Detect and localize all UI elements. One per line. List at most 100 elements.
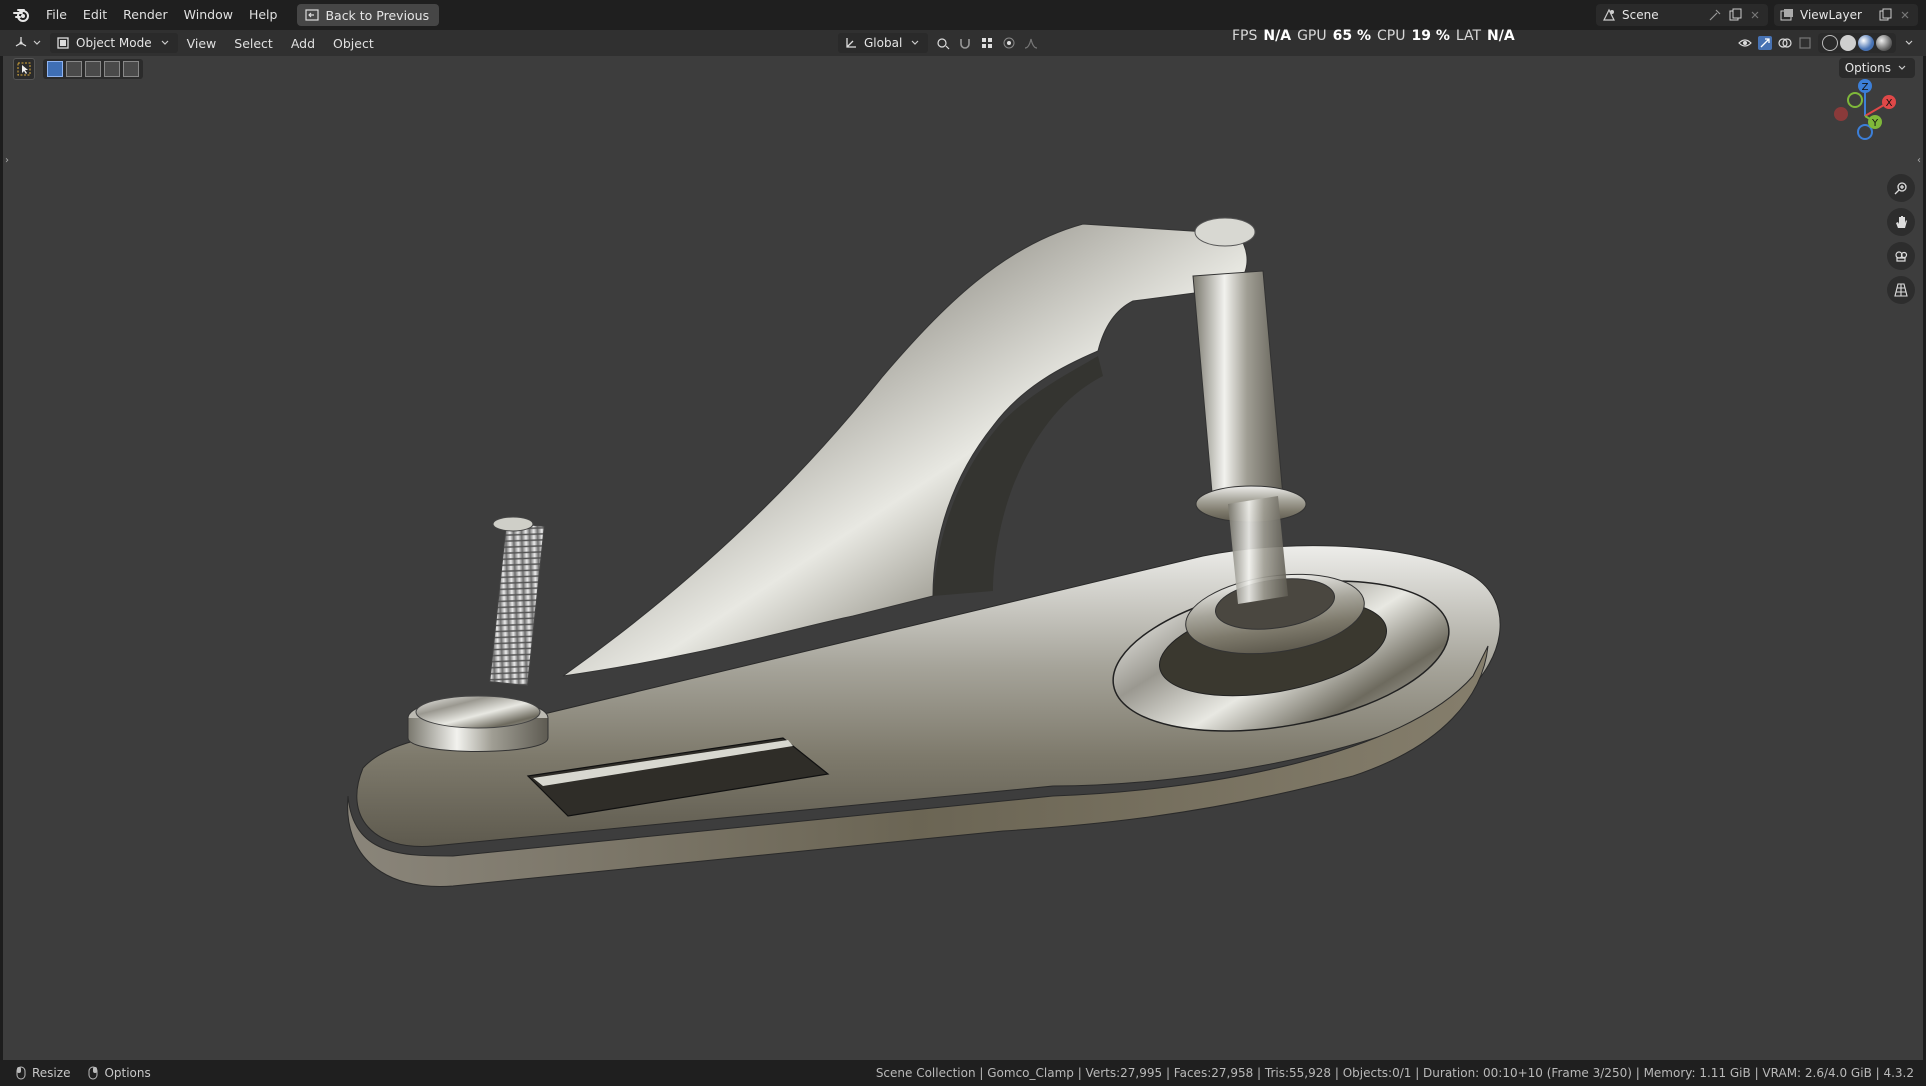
select-intersect-icon[interactable] <box>123 61 139 77</box>
back-screen-icon <box>305 9 320 21</box>
delete-scene-icon[interactable] <box>1748 8 1762 22</box>
falloff-curve-icon[interactable] <box>1024 36 1038 50</box>
resize-hint: Resize <box>14 1066 70 1080</box>
solid-shading-icon[interactable] <box>1840 35 1856 51</box>
navigation-gizmo[interactable]: Z X Y <box>1825 76 1905 156</box>
scene-name-field[interactable]: Scene <box>1622 8 1702 22</box>
view-layer-icon <box>1780 9 1793 21</box>
menu-object[interactable]: Object <box>324 36 383 51</box>
viewport-header: Object Mode View Select Add Object Globa… <box>0 30 1926 56</box>
3d-viewport[interactable]: Options › ‹ Z X Y <box>3 56 1923 1060</box>
new-scene-icon[interactable] <box>1728 8 1742 22</box>
chevron-down-icon[interactable] <box>1902 36 1916 50</box>
menu-edit[interactable]: Edit <box>75 4 115 26</box>
cpu-label: CPU <box>1377 28 1406 44</box>
select-new-icon[interactable] <box>47 61 63 77</box>
scene-selector[interactable]: Scene <box>1596 4 1768 26</box>
blender-logo-icon[interactable] <box>12 5 32 25</box>
cpu-value: 19 % <box>1411 28 1450 44</box>
z-axis-label: Z <box>1862 82 1869 93</box>
navigation-tools <box>1887 174 1915 304</box>
cursor-arrow-icon <box>17 62 31 76</box>
view-layer-name-field[interactable]: ViewLayer <box>1800 8 1872 22</box>
top-menu-bar: File Edit Render Window Help Back to Pre… <box>0 0 1926 30</box>
pivot-point-icon[interactable] <box>936 36 950 50</box>
mouse-left-icon <box>16 1066 26 1080</box>
menu-render[interactable]: Render <box>115 4 176 26</box>
status-bar: Resize Options Scene Collection | Gomco_… <box>0 1060 1926 1086</box>
sidebar-expand-arrow-icon[interactable]: ‹ <box>1917 155 1921 166</box>
view-layer-selector[interactable]: ViewLayer <box>1774 4 1918 26</box>
menu-help[interactable]: Help <box>241 4 286 26</box>
mouse-right-icon <box>88 1066 98 1080</box>
material-preview-icon[interactable] <box>1858 35 1874 51</box>
transform-orientation-dropdown[interactable]: Global <box>838 33 929 53</box>
transform-controls: Global <box>838 33 1038 53</box>
snap-increment-icon[interactable] <box>980 36 994 50</box>
orientation-axes-icon <box>846 38 856 48</box>
menu-window[interactable]: Window <box>176 4 241 26</box>
lat-value: N/A <box>1487 28 1515 44</box>
gpu-value: 65 % <box>1332 28 1371 44</box>
scene-statistics: Scene Collection | Gomco_Clamp | Verts:2… <box>875 1066 1914 1080</box>
overlays-icon[interactable] <box>1778 36 1792 50</box>
chevron-down-icon <box>1898 65 1906 70</box>
editor-type-selector[interactable] <box>14 33 44 53</box>
neg-x-axis-icon[interactable] <box>1834 107 1848 121</box>
object-mode-icon <box>57 37 69 49</box>
performance-stats: FPS N/A GPU 65 % CPU 19 % LAT N/A <box>1232 28 1515 44</box>
resize-label: Resize <box>32 1066 71 1080</box>
interaction-mode-label: Object Mode <box>76 36 152 50</box>
workspace-selectors: Scene ViewLayer <box>1596 0 1926 30</box>
new-view-layer-icon[interactable] <box>1878 8 1892 22</box>
select-extend-icon[interactable] <box>66 61 82 77</box>
neg-z-axis-icon[interactable] <box>1857 124 1873 140</box>
select-subtract-icon[interactable] <box>85 61 101 77</box>
3d-viewport-icon <box>15 37 27 47</box>
xray-toggle-icon[interactable] <box>1798 36 1812 50</box>
lat-label: LAT <box>1455 28 1482 44</box>
selection-mode-group <box>43 59 143 79</box>
delete-view-layer-icon[interactable] <box>1898 8 1912 22</box>
back-to-previous-label: Back to Previous <box>325 7 430 23</box>
options-hint-label: Options <box>104 1066 151 1080</box>
menu-view[interactable]: View <box>178 36 226 51</box>
options-hint: Options <box>86 1066 151 1080</box>
menu-select[interactable]: Select <box>225 36 282 51</box>
neg-y-axis-icon[interactable] <box>1847 92 1863 108</box>
tool-header <box>13 58 143 80</box>
zoom-button[interactable] <box>1887 174 1915 202</box>
options-dropdown[interactable]: Options <box>1838 58 1915 78</box>
interaction-mode-dropdown[interactable]: Object Mode <box>50 33 178 53</box>
menu-file[interactable]: File <box>38 4 75 26</box>
menu-add[interactable]: Add <box>282 36 324 51</box>
select-invert-icon[interactable] <box>104 61 120 77</box>
scene-icon <box>1603 8 1615 21</box>
select-tool-button[interactable] <box>13 58 35 80</box>
clamp-3d-model[interactable] <box>3 56 1923 1060</box>
status-hints: Resize Options <box>14 1066 151 1080</box>
transform-orientation-label: Global <box>864 36 903 50</box>
chevron-down-icon <box>33 40 41 45</box>
gpu-label: GPU <box>1297 28 1327 44</box>
viewport-display-controls <box>1738 33 1916 53</box>
fps-value: N/A <box>1263 28 1292 44</box>
rendered-shading-icon[interactable] <box>1876 35 1892 51</box>
perspective-toggle-button[interactable] <box>1887 276 1915 304</box>
visibility-eye-icon[interactable] <box>1738 36 1752 50</box>
options-label: Options <box>1844 61 1891 75</box>
chevron-down-icon <box>911 40 919 45</box>
wireframe-shading-icon[interactable] <box>1822 35 1838 51</box>
toolbar-expand-arrow-icon[interactable]: › <box>5 155 9 166</box>
proportional-editing-icon[interactable] <box>1002 36 1016 50</box>
snap-icon[interactable] <box>958 36 972 50</box>
y-axis-label: Y <box>1871 118 1879 129</box>
back-to-previous-button[interactable]: Back to Previous <box>297 4 440 26</box>
camera-view-button[interactable] <box>1887 242 1915 270</box>
pin-icon[interactable] <box>1708 8 1722 22</box>
x-axis-label: X <box>1886 98 1893 109</box>
chevron-down-icon <box>161 40 169 45</box>
pan-button[interactable] <box>1887 208 1915 236</box>
gizmo-toggle-icon[interactable] <box>1758 36 1772 50</box>
grid-perspective-icon <box>1894 283 1908 297</box>
